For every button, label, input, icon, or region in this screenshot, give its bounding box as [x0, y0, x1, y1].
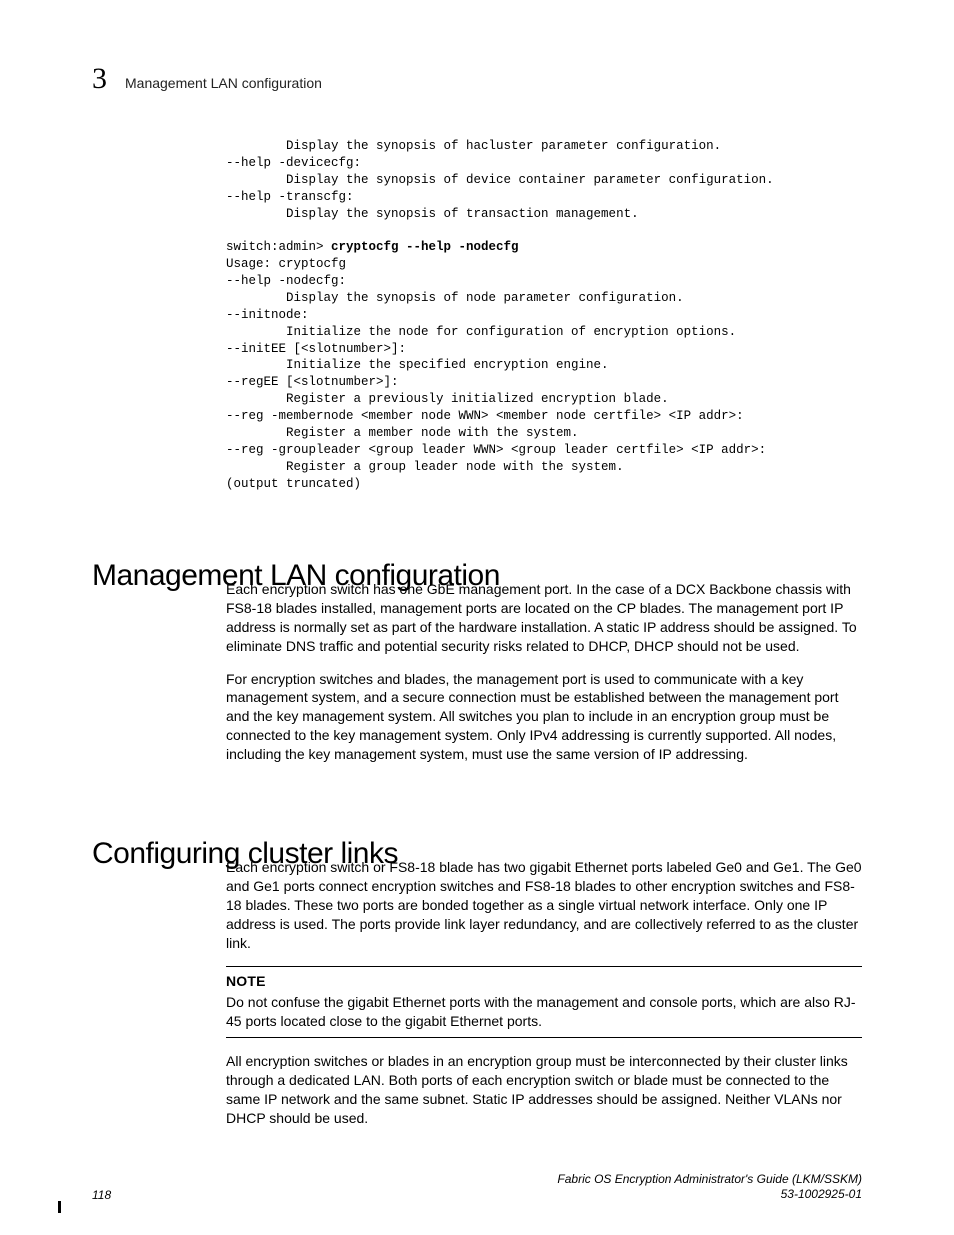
section-body-cluster-links: Each encryption switch or FS8-18 blade h… [226, 858, 862, 1142]
note-text: Do not confuse the gigabit Ethernet port… [226, 993, 862, 1031]
paragraph: For encryption switches and blades, the … [226, 670, 862, 764]
running-header-title: Management LAN configuration [125, 75, 322, 91]
running-header: 3 Management LAN configuration [92, 62, 862, 96]
code-line: Register a member node with the system. [226, 426, 579, 440]
code-line: --initnode: [226, 308, 309, 322]
page-number: 118 [92, 1188, 111, 1202]
page: 3 Management LAN configuration Display t… [0, 0, 954, 1235]
page-footer: 118 Fabric OS Encryption Administrator's… [92, 1172, 862, 1202]
note-label: NOTE [226, 972, 862, 991]
code-line: switch:admin> [226, 240, 331, 254]
document-id: Fabric OS Encryption Administrator's Gui… [557, 1172, 862, 1202]
code-line: Register a group leader node with the sy… [226, 460, 624, 474]
chapter-number: 3 [92, 62, 107, 96]
code-block: Display the synopsis of hacluster parame… [226, 138, 862, 492]
section-body-management-lan: Each encryption switch has one GbE manag… [226, 580, 862, 778]
code-line: --help -devicecfg: [226, 156, 361, 170]
change-bar-icon [58, 1201, 61, 1213]
code-line: (output truncated) [226, 477, 361, 491]
code-command: cryptocfg --help -nodecfg [331, 240, 519, 254]
code-line: Usage: cryptocfg [226, 257, 346, 271]
code-line: Display the synopsis of device container… [226, 173, 774, 187]
paragraph: All encryption switches or blades in an … [226, 1052, 862, 1128]
code-line: --help -transcfg: [226, 190, 354, 204]
paragraph: Each encryption switch has one GbE manag… [226, 580, 862, 656]
note-block: NOTE Do not confuse the gigabit Ethernet… [226, 966, 862, 1038]
code-line: --regEE [<slotnumber>]: [226, 375, 399, 389]
doc-number: 53-1002925-01 [557, 1187, 862, 1202]
code-line: --reg -membernode <member node WWN> <mem… [226, 409, 744, 423]
code-line: Register a previously initialized encryp… [226, 392, 669, 406]
code-line: --initEE [<slotnumber>]: [226, 342, 406, 356]
code-line: --help -nodecfg: [226, 274, 346, 288]
code-line: Display the synopsis of transaction mana… [226, 207, 639, 221]
doc-title: Fabric OS Encryption Administrator's Gui… [557, 1172, 862, 1187]
code-line: Initialize the node for configuration of… [226, 325, 736, 339]
code-line: Display the synopsis of node parameter c… [226, 291, 684, 305]
code-line: --reg -groupleader <group leader WWN> <g… [226, 443, 766, 457]
code-line: Initialize the specified encryption engi… [226, 358, 609, 372]
code-line: Display the synopsis of hacluster parame… [226, 139, 721, 153]
paragraph: Each encryption switch or FS8-18 blade h… [226, 858, 862, 952]
